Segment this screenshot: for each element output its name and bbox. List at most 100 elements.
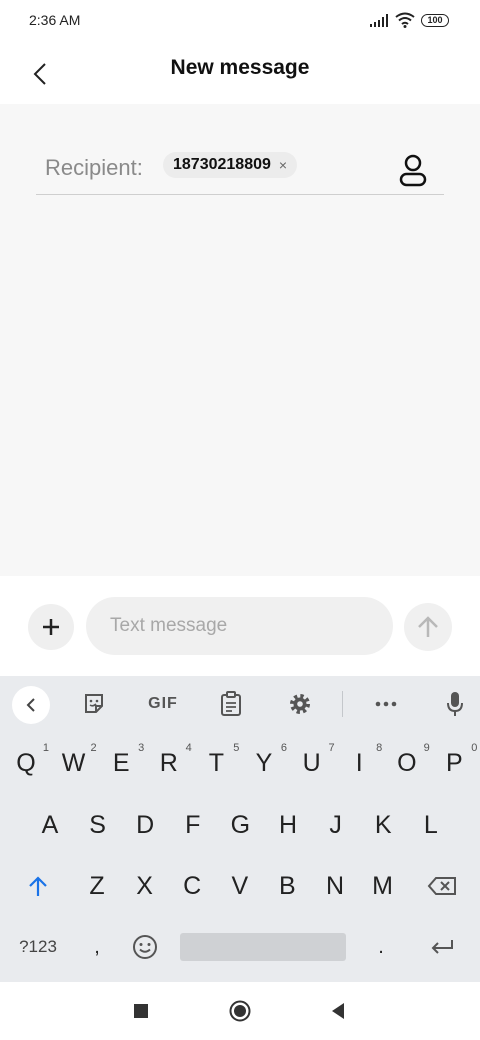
enter-icon bbox=[431, 940, 453, 954]
key-o-label: O bbox=[397, 748, 417, 777]
key-hint: 7 bbox=[328, 742, 335, 754]
key-v-label: V bbox=[231, 871, 249, 900]
recents-square-icon[interactable] bbox=[129, 999, 153, 1023]
key-r[interactable]: R4 bbox=[146, 738, 192, 788]
key-i[interactable]: I8 bbox=[336, 738, 382, 788]
recipient-label: Recipient: bbox=[45, 155, 143, 180]
key-hint: 8 bbox=[376, 742, 383, 754]
key-x[interactable]: X bbox=[122, 861, 168, 911]
key-x-label: X bbox=[136, 871, 153, 900]
wifi-icon bbox=[395, 12, 415, 33]
attach-button[interactable] bbox=[28, 604, 74, 650]
key-f[interactable]: F bbox=[170, 800, 216, 850]
key-y[interactable]: Y6 bbox=[241, 738, 287, 788]
key-u-label: U bbox=[302, 748, 321, 777]
key-c[interactable]: C bbox=[169, 861, 215, 911]
back-button[interactable] bbox=[20, 54, 60, 94]
key-o[interactable]: O9 bbox=[384, 738, 430, 788]
key-p[interactable]: P0 bbox=[431, 738, 477, 788]
key-d[interactable]: D bbox=[122, 800, 168, 850]
shift-key[interactable] bbox=[14, 861, 62, 911]
period-key-label: . bbox=[378, 935, 384, 958]
comma-key-label: , bbox=[94, 935, 100, 958]
page-title: New message bbox=[170, 56, 310, 79]
space-key[interactable] bbox=[180, 933, 346, 961]
recipient-chip[interactable]: 18730218809 × bbox=[163, 152, 298, 178]
person-icon bbox=[399, 154, 427, 187]
key-hint: 0 bbox=[471, 742, 478, 754]
key-y-label: Y bbox=[255, 748, 273, 777]
backspace-icon bbox=[427, 877, 456, 895]
key-r-label: R bbox=[159, 748, 178, 777]
key-z[interactable]: Z bbox=[74, 861, 120, 911]
key-p-label: P bbox=[446, 748, 463, 777]
compose-bar bbox=[0, 576, 480, 676]
key-q[interactable]: Q1 bbox=[3, 738, 49, 788]
key-n-label: N bbox=[325, 871, 345, 900]
key-hint: 5 bbox=[233, 742, 240, 754]
key-k-label: K bbox=[374, 810, 392, 839]
key-q-label: Q bbox=[16, 748, 36, 777]
key-hint: 6 bbox=[280, 742, 287, 754]
battery-icon: 100 bbox=[421, 14, 449, 27]
key-m-label: M bbox=[372, 871, 393, 900]
chevron-left-icon bbox=[33, 63, 46, 85]
key-l-label: L bbox=[423, 810, 438, 839]
key-e[interactable]: E3 bbox=[98, 738, 144, 788]
key-h-label: H bbox=[278, 810, 298, 839]
symbols-key[interactable]: ?123 bbox=[10, 922, 66, 972]
key-b-label: B bbox=[279, 871, 296, 900]
key-l[interactable]: L bbox=[408, 800, 454, 850]
keyboard: G I F Q 1 W 2 E 3 R 4 T 5 Y 6 U 7 I 8 O 9 … bbox=[0, 676, 480, 982]
key-hint: 9 bbox=[423, 742, 430, 754]
status-bar: 2:36 AM 100 bbox=[0, 0, 480, 42]
key-u[interactable]: U7 bbox=[289, 738, 335, 788]
system-nav-bar bbox=[0, 982, 480, 1040]
key-hint: 1 bbox=[42, 742, 49, 754]
key-z-label: Z bbox=[89, 871, 105, 900]
contacts-button[interactable] bbox=[398, 154, 428, 188]
key-n[interactable]: N bbox=[312, 861, 358, 911]
key-hint: 3 bbox=[138, 742, 145, 754]
key-d-label: D bbox=[136, 810, 155, 839]
key-i-label: I bbox=[355, 748, 363, 777]
key-k[interactable]: K bbox=[360, 800, 406, 850]
key-a-label: A bbox=[41, 810, 59, 839]
enter-key[interactable] bbox=[416, 922, 468, 972]
symbols-key-label: ?123 bbox=[19, 937, 57, 956]
key-s-label: S bbox=[89, 810, 106, 839]
emoji-key[interactable] bbox=[124, 922, 166, 972]
remove-recipient-button[interactable]: × bbox=[279, 157, 287, 173]
key-g-label: G bbox=[230, 810, 251, 839]
plus-icon bbox=[43, 619, 59, 635]
back-triangle-icon[interactable] bbox=[326, 999, 350, 1023]
send-button[interactable] bbox=[404, 603, 452, 651]
home-circle-icon[interactable] bbox=[228, 999, 252, 1023]
key-t-label: T bbox=[208, 748, 225, 777]
key-t[interactable]: T5 bbox=[193, 738, 240, 788]
key-w[interactable]: W2 bbox=[51, 738, 97, 788]
key-b[interactable]: B bbox=[264, 861, 310, 911]
key-a[interactable]: A bbox=[27, 800, 73, 850]
key-f-label: F bbox=[185, 810, 201, 839]
period-key[interactable]: . bbox=[360, 922, 402, 972]
conversation-area: Recipient: 18730218809 × bbox=[0, 104, 480, 576]
app-header: New message bbox=[0, 42, 480, 104]
shift-arrow-icon bbox=[29, 876, 47, 896]
key-c-label: C bbox=[183, 871, 202, 900]
arrow-up-icon bbox=[418, 616, 438, 637]
key-s[interactable]: S bbox=[75, 800, 121, 850]
key-v[interactable]: V bbox=[217, 861, 263, 911]
key-j[interactable]: J bbox=[313, 800, 359, 850]
key-hint: 2 bbox=[90, 742, 97, 754]
comma-key[interactable]: , bbox=[76, 922, 118, 972]
key-j-label: J bbox=[329, 810, 342, 839]
signal-icon bbox=[369, 14, 389, 33]
backspace-key[interactable] bbox=[416, 861, 468, 911]
key-h[interactable]: H bbox=[265, 800, 311, 850]
key-hint: 4 bbox=[185, 742, 192, 754]
key-m[interactable]: M bbox=[360, 861, 406, 911]
key-g[interactable]: G bbox=[217, 800, 263, 850]
smiley-icon bbox=[133, 935, 157, 959]
message-input[interactable] bbox=[86, 597, 393, 655]
